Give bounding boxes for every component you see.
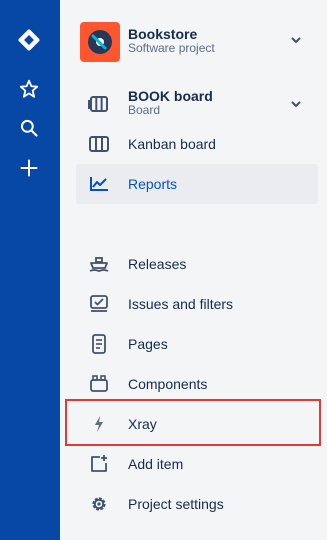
search-icon[interactable] bbox=[14, 113, 44, 143]
board-chevron-down-icon[interactable] bbox=[288, 96, 304, 112]
nav-item-project-settings[interactable]: Project settings bbox=[76, 484, 318, 524]
page-icon bbox=[88, 334, 110, 354]
nav-label: Add item bbox=[128, 456, 184, 472]
global-sidebar bbox=[0, 0, 60, 540]
lightning-icon bbox=[88, 414, 110, 434]
nav-item-issues-and-filters[interactable]: Issues and filters bbox=[76, 284, 318, 324]
board-icon bbox=[88, 94, 110, 114]
board-subtitle: Board bbox=[128, 103, 161, 117]
plus-icon[interactable] bbox=[14, 153, 44, 183]
nav-item-components[interactable]: Components bbox=[76, 364, 318, 404]
kanban-icon bbox=[88, 134, 110, 154]
nav-label: Pages bbox=[128, 336, 168, 352]
project-avatar bbox=[80, 22, 120, 62]
project-type: Software project bbox=[128, 41, 215, 55]
project-header[interactable]: Bookstore Software project bbox=[80, 20, 310, 62]
project-name: Bookstore bbox=[128, 26, 198, 42]
board-name: BOOK board bbox=[128, 88, 213, 104]
nav-label: Components bbox=[128, 376, 208, 392]
star-icon[interactable] bbox=[14, 74, 44, 104]
reports-icon bbox=[88, 174, 110, 194]
nav-label: Releases bbox=[128, 256, 187, 272]
components-icon bbox=[88, 374, 110, 394]
board-selector[interactable]: BOOK board Board bbox=[76, 84, 318, 124]
add-item-icon bbox=[88, 454, 110, 474]
chevron-down-icon[interactable] bbox=[288, 32, 304, 48]
nav-label: Kanban board bbox=[128, 136, 216, 152]
jira-logo-icon[interactable] bbox=[14, 25, 44, 55]
nav-item-releases[interactable]: Releases bbox=[76, 244, 318, 284]
nav-label: Reports bbox=[128, 176, 178, 192]
nav-item-add-item[interactable]: Add item bbox=[76, 444, 318, 484]
nav-item-reports[interactable]: Reports bbox=[76, 164, 318, 204]
gear-icon bbox=[88, 494, 110, 514]
nav-item-xray[interactable]: Xray bbox=[76, 404, 318, 444]
nav-item-kanban-board[interactable]: Kanban board bbox=[76, 124, 318, 164]
nav-label: Xray bbox=[128, 416, 157, 432]
nav-label: Project settings bbox=[128, 496, 224, 512]
ship-icon bbox=[88, 254, 110, 274]
nav-label: Issues and filters bbox=[128, 296, 234, 312]
nav-item-pages[interactable]: Pages bbox=[76, 324, 318, 364]
project-sidebar: Bookstore Software project BOOK board Bo… bbox=[60, 0, 327, 540]
issues-icon bbox=[88, 294, 110, 314]
